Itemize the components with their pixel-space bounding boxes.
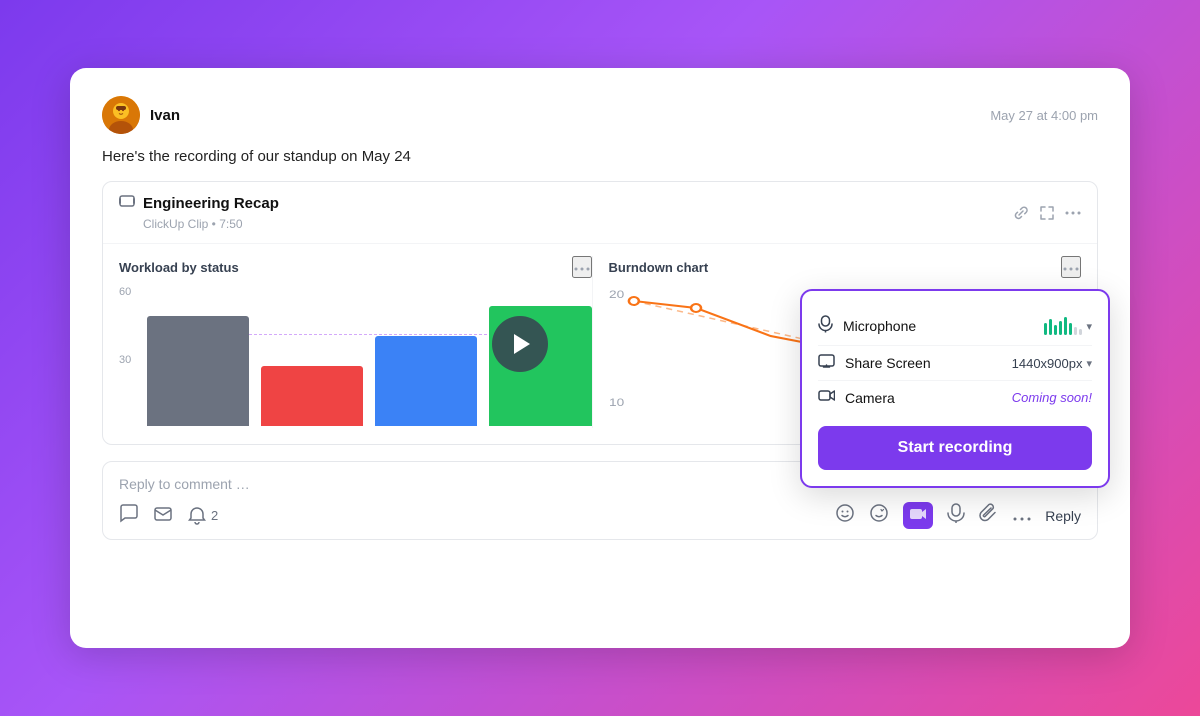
reply-toolbar: 2 [119,502,1081,529]
mic-bar-6 [1069,323,1072,335]
microphone-value[interactable]: ▾ [1044,317,1092,335]
bell-count: 2 [211,508,218,523]
clip-expand-button[interactable] [1039,205,1055,221]
bar-blue [375,336,477,426]
burndown-more-button[interactable] [1061,256,1081,278]
camera-coming-soon: Coming soon! [1012,390,1092,405]
clip-header: Engineering Recap ClickUp Clip • 7:50 [103,182,1097,244]
clip-link-button[interactable] [1013,205,1029,221]
camera-text: Camera [845,390,895,406]
svg-text:20: 20 [609,288,624,300]
svg-text:10: 10 [609,396,624,408]
clip-more-button[interactable] [1065,211,1081,215]
play-button[interactable] [492,316,548,372]
clip-title: Engineering Recap [143,195,279,212]
reply-button[interactable]: Reply [1045,508,1081,524]
mic-icon [818,315,833,337]
clip-title-row: Engineering Recap [119,194,279,213]
post-message: Here's the recording of our standup on M… [102,148,1098,165]
start-recording-button[interactable]: Start recording [818,426,1092,470]
screen-icon [818,354,835,372]
bar-gray [147,316,249,426]
microphone-row: Microphone ▾ [818,307,1092,346]
y-label-60: 60 [119,286,131,298]
clip-meta: ClickUp Clip • 7:50 [119,213,279,231]
play-triangle-icon [514,334,530,354]
reply-toolbar-left: 2 [119,503,218,528]
post-timestamp: May 27 at 4:00 pm [990,108,1098,123]
mic-bar-1 [1044,323,1047,335]
emoji-icon[interactable] [835,503,855,528]
author-name: Ivan [150,107,180,124]
clip-actions [1013,205,1081,221]
microphone-chevron-icon: ▾ [1086,320,1092,333]
mic-bar-7 [1074,327,1077,335]
share-screen-resolution: 1440x900px [1012,356,1083,371]
main-card: Ivan May 27 at 4:00 pm Here's the record… [70,68,1130,648]
mic-bar-4 [1059,321,1062,335]
share-screen-row: Share Screen 1440x900px ▾ [818,346,1092,381]
workload-more-button[interactable] [572,256,592,278]
mic-toolbar-icon[interactable] [947,503,965,528]
recording-popup: Microphone ▾ [800,289,1110,488]
workload-chart-title: Workload by status [119,260,239,275]
mic-bar-3 [1054,325,1057,335]
microphone-label: Microphone [818,315,916,337]
camera-value: Coming soon! [1012,390,1092,405]
camera-icon [818,389,835,406]
bell-notification[interactable]: 2 [187,506,218,526]
share-screen-text: Share Screen [845,355,931,371]
mic-level-bars [1044,317,1082,335]
mail-icon[interactable] [153,503,173,528]
workload-title-row: Workload by status [119,256,592,278]
bar-red [261,366,363,426]
mic-bar-5 [1064,317,1067,335]
post-header-left: Ivan [102,96,180,134]
screen-chevron-icon: ▾ [1086,357,1092,370]
comment-icon[interactable] [119,503,139,528]
more-toolbar-icon[interactable] [1013,505,1031,526]
clip-type-icon [119,194,135,213]
y-label-30: 30 [119,354,131,366]
microphone-text: Microphone [843,318,916,334]
camera-label: Camera [818,389,895,406]
reaction-icon[interactable] [869,503,889,528]
camera-record-icon[interactable] [903,502,933,529]
reply-toolbar-right: Reply [835,502,1081,529]
post-header: Ivan May 27 at 4:00 pm [102,96,1098,134]
mic-bar-8 [1079,329,1082,335]
avatar [102,96,140,134]
camera-row: Camera Coming soon! [818,381,1092,414]
burndown-chart-title: Burndown chart [609,260,709,275]
share-screen-value[interactable]: 1440x900px ▾ [1012,356,1092,371]
share-screen-label: Share Screen [818,354,931,372]
burndown-title-row: Burndown chart [609,256,1082,278]
attach-icon[interactable] [979,503,999,528]
mic-bar-2 [1049,319,1052,335]
